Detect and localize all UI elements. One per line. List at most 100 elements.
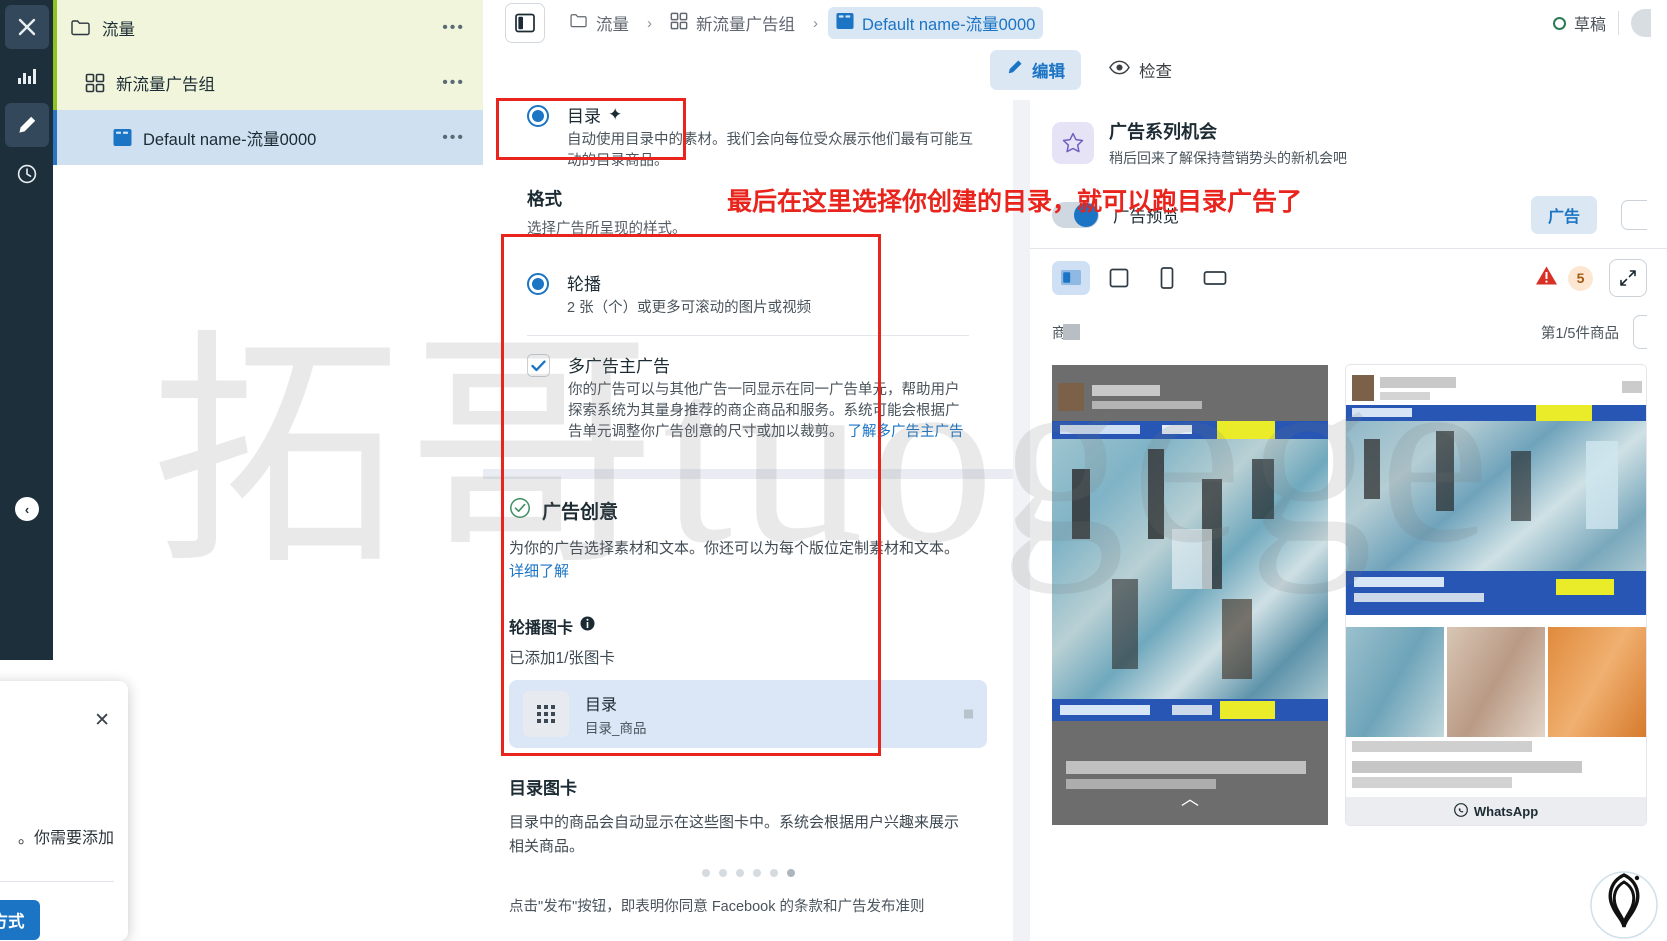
adset-grid-icon: [670, 12, 688, 35]
preview-stage: ︿ WhatsApp: [1030, 359, 1667, 825]
publish-footnote: 点击"发布"按钮，即表明你同意 Facebook 的条款和广告发布准则: [509, 898, 925, 915]
pager-dot[interactable]: [786, 868, 795, 877]
annotation-note: 最后在这里选择你创建的目录，就可以跑目录广告了: [727, 188, 1303, 216]
eye-icon: [1109, 60, 1130, 80]
close-icon[interactable]: ✕: [94, 709, 110, 732]
preview-card-2[interactable]: WhatsApp: [1346, 365, 1646, 825]
collapse-sidebar-button[interactable]: ‹: [15, 497, 39, 521]
creative-title: 广告创意: [542, 502, 619, 524]
pager-dot[interactable]: [752, 868, 761, 877]
clock-icon[interactable]: [5, 152, 49, 196]
left-icon-rail: ‹: [0, 0, 53, 660]
edit-button[interactable]: 编辑: [990, 50, 1081, 90]
preview2-header-blur: [1346, 373, 1646, 405]
pencil-icon[interactable]: [4, 103, 49, 147]
tree-row-menu[interactable]: •••: [442, 129, 465, 146]
warning-triangle-icon[interactable]: [1535, 265, 1558, 291]
close-icon[interactable]: [4, 5, 49, 49]
format-section-subtitle: 选择广告所呈现的样式。: [527, 221, 687, 238]
avatar[interactable]: [1631, 9, 1651, 37]
campaign-tree: 流量 ••• 新流量广告组 ••• Default name-流量0000 ••…: [53, 0, 483, 660]
breadcrumb-item-campaign[interactable]: 流量: [562, 7, 637, 39]
breadcrumb-label: Default name-流量0000: [862, 16, 1036, 34]
tree-row[interactable]: 新流量广告组 •••: [53, 55, 483, 110]
chevron-up-icon[interactable]: ︿: [1181, 785, 1199, 811]
preview2-band-2: [1346, 571, 1646, 615]
tab-ad[interactable]: 广告: [1530, 196, 1597, 234]
carousel-cards-label-text: 轮播图卡: [509, 619, 574, 637]
multi-advertiser-title: 多广告主广告: [568, 357, 670, 377]
square-icon[interactable]: [1100, 261, 1138, 295]
mobile-icon[interactable]: [1148, 261, 1186, 295]
top-bar: 流量 › 新流量广告组 › Default name-流量0000 草稿: [483, 0, 1667, 46]
topbar-right: 草稿: [1552, 9, 1667, 37]
whatsapp-label: WhatsApp: [1473, 803, 1539, 819]
desktop-feed-icon[interactable]: [1052, 261, 1090, 295]
chart-icon[interactable]: [5, 54, 49, 98]
multi-advertiser-desc: 你的广告可以与其他广告一同显示在同一广告单元，帮助用户探索系统为其量身推荐的商企…: [568, 380, 969, 443]
tree-row-menu[interactable]: •••: [442, 19, 465, 36]
breadcrumb-label: 流量: [596, 16, 629, 34]
inspect-button[interactable]: 检查: [1093, 50, 1188, 90]
whatsapp-cta-button[interactable]: WhatsApp: [1346, 797, 1646, 825]
multi-advertiser-row[interactable]: 多广告主广告 你的广告可以与其他广告一同显示在同一广告单元，帮助用户探索系统为其…: [501, 336, 995, 457]
carousel-option-row[interactable]: 轮播 2 张（个）或更多可滚动的图片或视频: [501, 252, 995, 319]
pencil-icon: [1006, 59, 1023, 81]
format-card: 轮播 2 张（个）或更多可滚动的图片或视频 多广告主广告 你的广告可以与其他广告…: [501, 252, 995, 458]
ad-card-icon: [836, 12, 854, 35]
creative-desc: 为你的广告选择素材和文本。你还可以为每个版位定制素材和文本。 详细了解: [509, 537, 971, 584]
tab-next-partial[interactable]: [1621, 200, 1647, 230]
preview-product-image: [1052, 439, 1328, 699]
folder-icon: [570, 13, 588, 33]
tree-row-menu[interactable]: •••: [442, 74, 465, 91]
breadcrumb-item-ad[interactable]: Default name-流量0000: [828, 7, 1044, 39]
multi-advertiser-checkbox[interactable]: [527, 354, 550, 378]
preview-card-1[interactable]: ︿: [1052, 365, 1328, 825]
opportunity-title: 广告系列机会: [1109, 122, 1217, 142]
panel-toggle-icon[interactable]: [505, 3, 545, 43]
payment-method-popup: ✕ 。你需要添加 添加支付方式: [0, 681, 128, 941]
preview2-gap: [1346, 615, 1646, 627]
expand-icon[interactable]: [1609, 259, 1647, 297]
pager-dot[interactable]: [769, 868, 778, 877]
carousel-radio[interactable]: [527, 273, 549, 296]
tree-row[interactable]: 流量 •••: [53, 0, 483, 55]
catalog-option-row[interactable]: 目录 ✦ 自动使用目录中的素材。我们会向每位受众展示他们最有可能互动的目录商品。: [483, 92, 1013, 172]
add-payment-method-button[interactable]: 添加支付方式: [0, 900, 40, 940]
catalog-option-desc: 自动使用目录中的素材。我们会向每位受众展示他们最有可能互动的目录商品。: [567, 132, 973, 170]
catalog-cards-desc: 目录中的商品会自动显示在这些图卡中。系统会根据用户兴趣来展示相关商品。: [509, 813, 960, 855]
creative-link[interactable]: 详细了解: [509, 563, 569, 580]
catalog-radio[interactable]: [527, 105, 549, 127]
status-label: 草稿: [1573, 17, 1606, 34]
info-icon[interactable]: [580, 616, 595, 636]
status-badge: 草稿: [1552, 11, 1606, 35]
pager-dot[interactable]: [735, 868, 744, 877]
tree-empty-space: [53, 165, 483, 220]
tree-row-label: 新流量广告组: [116, 75, 215, 94]
preview2-grid: [1346, 627, 1646, 737]
status-dot-icon: [1552, 16, 1566, 30]
tree-row[interactable]: Default name-流量0000 •••: [53, 110, 483, 165]
preview-side-button[interactable]: [1633, 315, 1647, 349]
campaign-opportunity-card[interactable]: 广告系列机会 稍后回来了解保持营销势头的新机会吧: [1030, 100, 1667, 186]
pager-dot[interactable]: [701, 868, 710, 877]
carousel-cards-label: 轮播图卡: [509, 614, 987, 638]
preview2-band-1: [1346, 405, 1646, 421]
opportunity-desc: 稍后回来了解保持营销势头的新机会吧: [1109, 150, 1347, 166]
pager-dot[interactable]: [718, 868, 727, 877]
multi-advertiser-link[interactable]: 了解多广告主广告: [848, 424, 964, 440]
divider: [1618, 11, 1619, 35]
payment-popup-text: 。你需要添加: [17, 830, 114, 847]
catalog-cards-title: 目录图卡: [509, 778, 577, 798]
landscape-icon[interactable]: [1196, 261, 1234, 295]
preview-header-blur: [1052, 379, 1328, 421]
creative-section: 广告创意 为你的广告选择素材和文本。你还可以为每个版位定制素材和文本。 详细了解…: [483, 479, 1013, 748]
carousel-asset-row[interactable]: 目录 目录_商品: [509, 679, 987, 748]
divider: [0, 881, 114, 882]
ad-form-column: 目录 ✦ 自动使用目录中的素材。我们会向每位受众展示他们最有可能互动的目录商品。…: [483, 92, 1013, 941]
preview-meta-right: 第1/5件商品: [1540, 325, 1619, 342]
carousel-pager[interactable]: [509, 868, 987, 877]
breadcrumb-item-adset[interactable]: 新流量广告组: [662, 7, 803, 39]
carousel-asset-name: 目录: [585, 696, 618, 714]
drag-handle[interactable]: [964, 709, 973, 719]
